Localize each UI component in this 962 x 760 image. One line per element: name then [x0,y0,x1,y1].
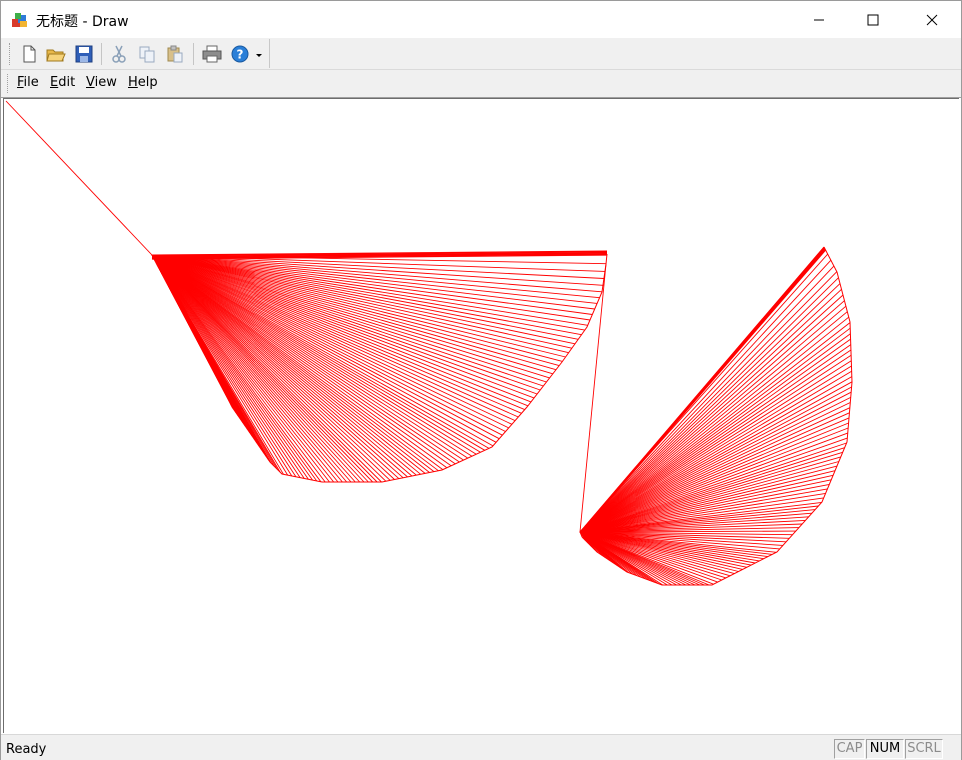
stroke-line [151,254,448,469]
maximize-button[interactable] [844,1,902,38]
menu-help-accel: H [128,75,138,90]
menu-edit[interactable]: Edit [50,75,75,90]
stroke-line [579,417,850,533]
drawing-surface[interactable] [4,99,959,733]
stroke-line [151,254,481,453]
help-button[interactable]: ? [228,42,252,66]
toolbar-overflow-button[interactable] [253,42,265,66]
toolbar-separator [193,43,194,65]
stroke-line [579,381,853,533]
stroke-line [579,288,842,533]
standard-toolbar: ? [3,39,270,68]
app-window: 无标题 - Draw ? File Edit View Help Ready C… [0,0,962,760]
open-button[interactable] [44,42,68,66]
stroke-line [579,311,848,533]
maximize-icon [867,14,879,25]
new-button[interactable] [17,42,41,66]
cut-icon [112,45,126,63]
menu-view-accel: V [86,75,95,90]
window-title: 无标题 - Draw [36,14,129,30]
minimize-button[interactable] [790,1,848,38]
stroke-line [579,338,851,533]
drawing-canvas[interactable] [3,98,959,733]
help-icon: ? [231,45,249,63]
menu-file[interactable]: File [17,75,39,90]
stroke-line [5,100,153,256]
menu-view[interactable]: View [86,75,117,90]
new-icon [23,45,36,63]
svg-text:?: ? [237,48,244,62]
title-bar[interactable]: 无标题 - Draw [1,1,961,38]
minimize-icon [814,19,824,20]
menu-grip[interactable] [7,74,10,93]
stroke-line [579,265,835,533]
menu-edit-label: dit [58,75,76,90]
open-icon [46,49,66,62]
close-icon [926,14,938,25]
scroll-lock-indicator: SCRL [905,739,943,759]
save-button[interactable] [72,42,96,66]
paint-app-icon[interactable] [11,11,29,29]
menu-bar: File Edit View Help [1,69,961,98]
menu-view-label: iew [94,75,117,90]
paste-icon [167,45,183,63]
menu-edit-accel: E [50,75,59,90]
menu-file-label: ile [23,75,39,90]
stroke-line [579,333,851,533]
stroke-line [151,254,387,482]
menu-help[interactable]: Help [128,75,158,90]
paste-button[interactable] [163,42,187,66]
stroke-line [579,263,607,533]
stroke-line [579,402,851,533]
status-bar: Ready CAP NUM SCRL [1,734,961,760]
menu-help-label: elp [137,75,158,90]
cut-button[interactable] [107,42,131,66]
status-text: Ready [6,742,47,757]
copy-icon [139,46,155,63]
close-button[interactable] [903,1,961,38]
copy-button[interactable] [135,42,159,66]
print-button[interactable] [200,42,224,66]
dropdown-arrow-icon [256,54,262,57]
toolbar-band: ? [1,38,961,69]
caps-lock-indicator: CAP [834,739,865,759]
stroke-line [579,322,851,533]
print-icon [202,45,222,63]
toolbar-separator [101,43,102,65]
toolbar-grip[interactable] [9,43,12,65]
stroke-line [579,354,852,533]
num-lock-indicator: NUM [866,739,904,759]
save-icon [75,45,93,63]
